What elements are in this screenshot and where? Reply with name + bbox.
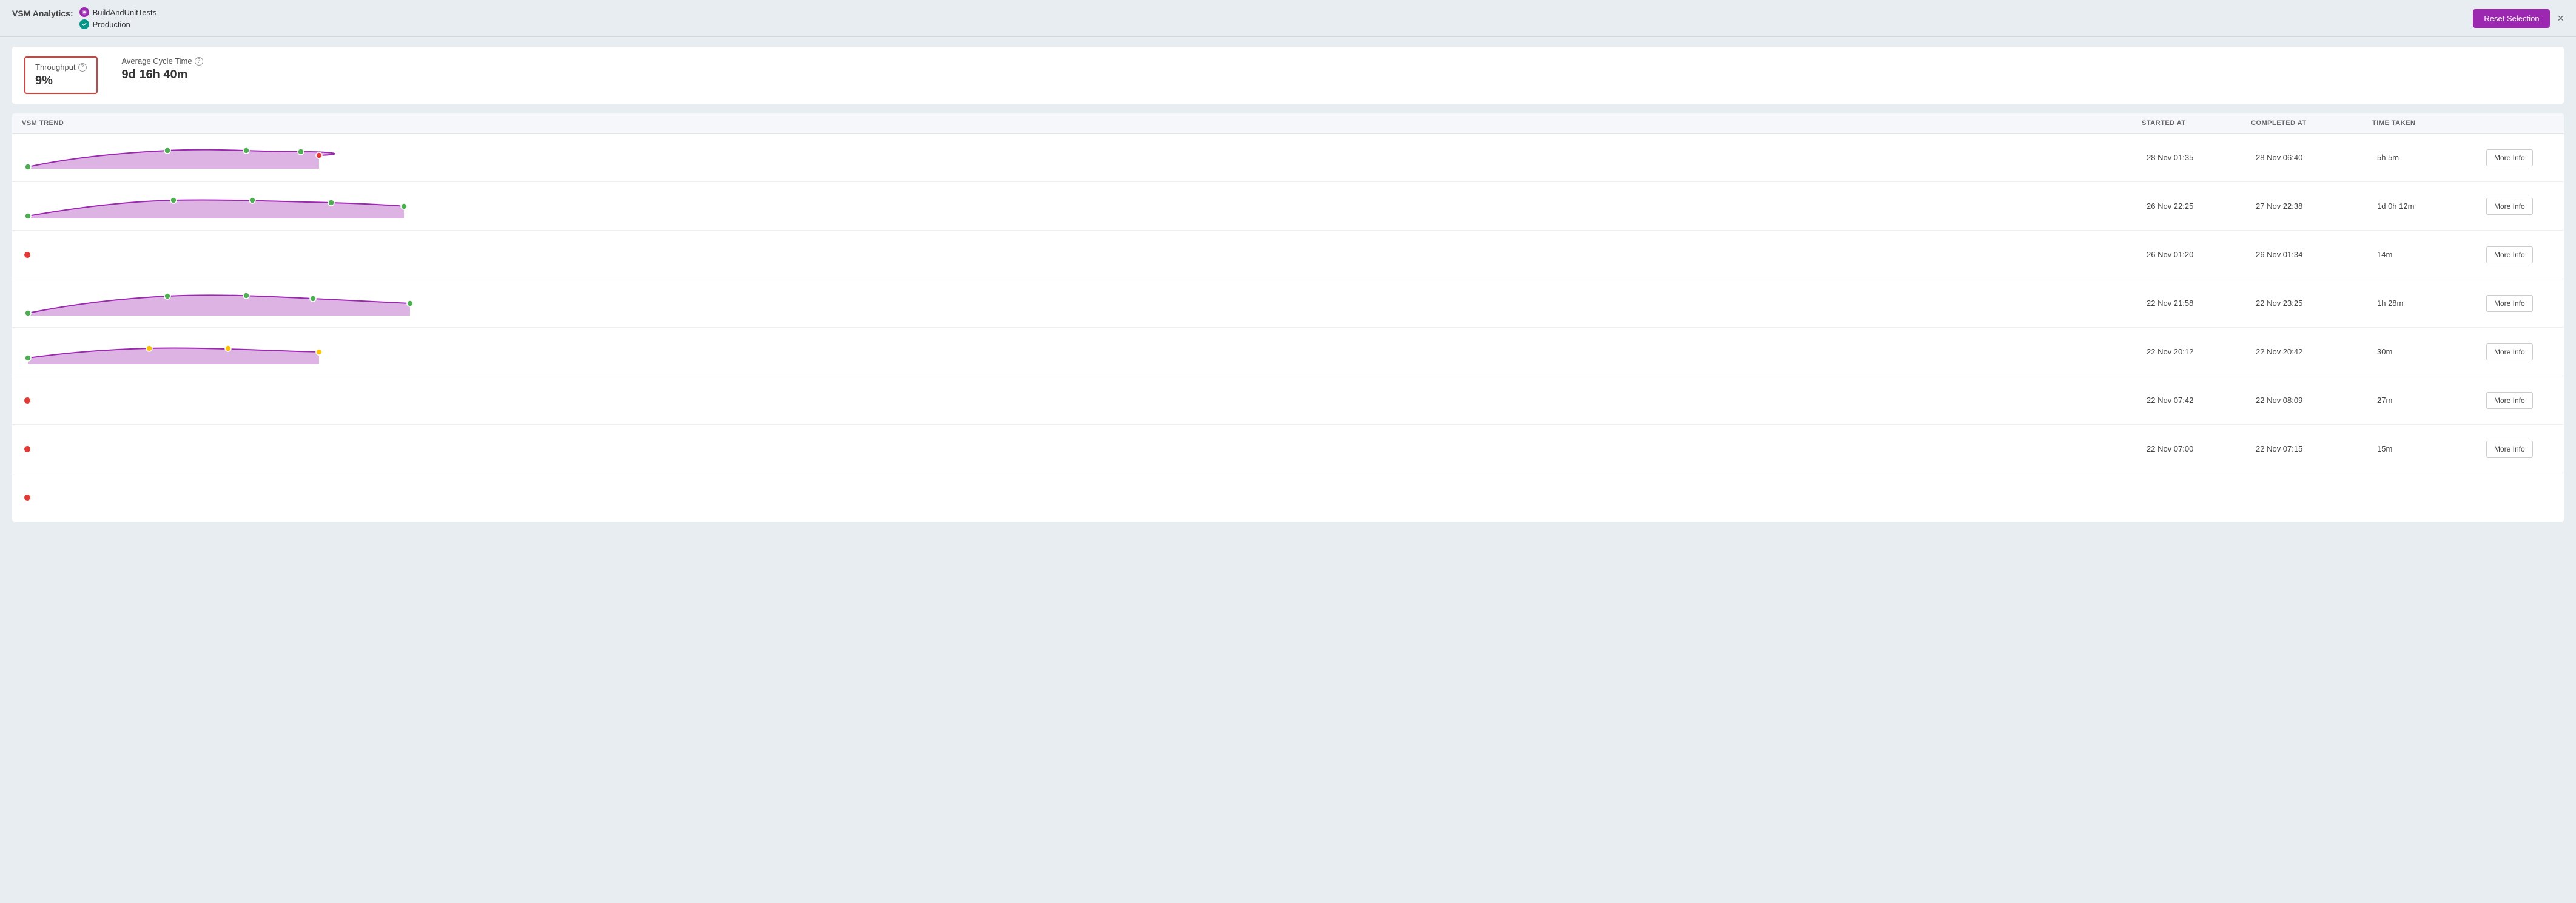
started-at-cell-0: 28 Nov 01:35 — [2142, 150, 2251, 164]
trend-chart-1 — [22, 188, 434, 225]
completed-at-cell-6: 22 Nov 07:15 — [2251, 442, 2372, 456]
throughput-label: Throughput ? — [35, 63, 87, 72]
table-row — [12, 473, 2564, 522]
trend-chart-3 — [22, 285, 434, 322]
vsm-analytics-label: VSM Analytics: — [12, 7, 73, 18]
action-cell-2: More Info — [2481, 244, 2554, 266]
more-info-button-0[interactable]: More Info — [2486, 149, 2533, 166]
started-at-cell-4: 22 Nov 20:12 — [2142, 345, 2251, 359]
header: VSM Analytics: BuildAndUnitTests — [0, 0, 2576, 37]
trend-chart-4 — [22, 334, 434, 370]
more-info-button-6[interactable]: More Info — [2486, 441, 2533, 458]
avg-cycle-card: Average Cycle Time ? 9d 16h 40m — [122, 56, 203, 82]
started-at-cell-6: 22 Nov 07:00 — [2142, 442, 2251, 456]
completed-at-cell-1: 27 Nov 22:38 — [2251, 199, 2372, 213]
col-vsm-trend: VSM TREND — [22, 120, 2142, 127]
trend-chart-0 — [22, 140, 434, 176]
started-at-cell-1: 26 Nov 22:25 — [2142, 199, 2251, 213]
completed-at-cell-7 — [2251, 495, 2372, 500]
trend-cell-2 — [22, 252, 2142, 258]
col-time-taken: TIME TAKEN — [2372, 120, 2481, 127]
table-row: 22 Nov 07:0022 Nov 07:1515m More Info — [12, 425, 2564, 473]
red-dot-5 — [24, 397, 30, 404]
red-dot-7 — [24, 495, 30, 501]
action-cell-5: More Info — [2481, 390, 2554, 411]
table-row: 28 Nov 01:3528 Nov 06:405h 5m More Info — [12, 134, 2564, 182]
time-taken-cell-6: 15m — [2372, 442, 2481, 456]
pipeline-item-production: Production — [79, 19, 157, 29]
time-taken-cell-3: 1h 28m — [2372, 296, 2481, 310]
throughput-info-icon[interactable]: ? — [78, 63, 87, 72]
completed-at-cell-3: 22 Nov 23:25 — [2251, 296, 2372, 310]
reset-selection-button[interactable]: Reset Selection — [2473, 9, 2550, 28]
table-row: 26 Nov 01:2026 Nov 01:3414m More Info — [12, 231, 2564, 279]
red-dot-6 — [24, 446, 30, 452]
col-completed-at: COMPLETED AT — [2251, 120, 2372, 127]
page-wrapper: VSM Analytics: BuildAndUnitTests — [0, 0, 2576, 903]
header-actions: Reset Selection × — [2473, 9, 2564, 28]
more-info-button-4[interactable]: More Info — [2486, 343, 2533, 360]
avg-cycle-info-icon[interactable]: ? — [195, 57, 203, 66]
started-at-cell-7 — [2142, 495, 2251, 500]
vsm-table: VSM TREND STARTED AT COMPLETED AT TIME T… — [12, 113, 2564, 522]
build-pipeline-icon — [79, 7, 89, 17]
completed-at-cell-4: 22 Nov 20:42 — [2251, 345, 2372, 359]
table-row: 22 Nov 07:4222 Nov 08:0927m More Info — [12, 376, 2564, 425]
started-at-cell-3: 22 Nov 21:58 — [2142, 296, 2251, 310]
trend-cell-7 — [22, 495, 2142, 501]
action-cell-7 — [2481, 495, 2554, 500]
started-at-cell-2: 26 Nov 01:20 — [2142, 248, 2251, 262]
more-info-button-5[interactable]: More Info — [2486, 392, 2533, 409]
time-taken-cell-7 — [2372, 495, 2481, 500]
trend-cell-1 — [22, 188, 2142, 225]
pipeline-list: BuildAndUnitTests Production — [79, 7, 157, 29]
trend-cell-6 — [22, 446, 2142, 452]
trend-cell-4 — [22, 334, 2142, 370]
more-info-button-1[interactable]: More Info — [2486, 198, 2533, 215]
avg-cycle-label: Average Cycle Time ? — [122, 56, 203, 66]
more-info-button-3[interactable]: More Info — [2486, 295, 2533, 312]
action-cell-4: More Info — [2481, 341, 2554, 363]
action-cell-3: More Info — [2481, 293, 2554, 314]
time-taken-cell-4: 30m — [2372, 345, 2481, 359]
action-cell-1: More Info — [2481, 195, 2554, 217]
time-taken-cell-0: 5h 5m — [2372, 150, 2481, 164]
time-taken-cell-5: 27m — [2372, 393, 2481, 407]
pipeline-item-build: BuildAndUnitTests — [79, 7, 157, 17]
table-row: 22 Nov 21:5822 Nov 23:251h 28m More Info — [12, 279, 2564, 328]
header-left: VSM Analytics: BuildAndUnitTests — [12, 7, 156, 29]
table-row: 26 Nov 22:2527 Nov 22:381d 0h 12m More In… — [12, 182, 2564, 231]
table-body: 28 Nov 01:3528 Nov 06:405h 5mMore Info26… — [12, 134, 2564, 522]
col-actions — [2481, 120, 2554, 127]
more-info-button-2[interactable]: More Info — [2486, 246, 2533, 263]
production-pipeline-name: Production — [93, 20, 130, 29]
throughput-value: 9% — [35, 74, 53, 88]
time-taken-cell-2: 14m — [2372, 248, 2481, 262]
trend-cell-0 — [22, 140, 2142, 176]
throughput-card: Throughput ? 9% — [24, 56, 98, 94]
trend-cell-3 — [22, 285, 2142, 322]
completed-at-cell-2: 26 Nov 01:34 — [2251, 248, 2372, 262]
time-taken-cell-1: 1d 0h 12m — [2372, 199, 2481, 213]
close-button[interactable]: × — [2557, 12, 2564, 25]
completed-at-cell-0: 28 Nov 06:40 — [2251, 150, 2372, 164]
col-started-at: STARTED AT — [2142, 120, 2251, 127]
avg-cycle-value: 9d 16h 40m — [122, 68, 188, 82]
completed-at-cell-5: 22 Nov 08:09 — [2251, 393, 2372, 407]
action-cell-0: More Info — [2481, 147, 2554, 169]
started-at-cell-5: 22 Nov 07:42 — [2142, 393, 2251, 407]
action-cell-6: More Info — [2481, 438, 2554, 460]
table-header: VSM TREND STARTED AT COMPLETED AT TIME T… — [12, 113, 2564, 134]
red-dot-2 — [24, 252, 30, 258]
table-row: 22 Nov 20:1222 Nov 20:4230m More Info — [12, 328, 2564, 376]
metrics-section: Throughput ? 9% Average Cycle Time ? 9d … — [12, 47, 2564, 104]
trend-cell-5 — [22, 397, 2142, 404]
build-pipeline-name: BuildAndUnitTests — [93, 8, 157, 17]
production-pipeline-icon — [79, 19, 89, 29]
